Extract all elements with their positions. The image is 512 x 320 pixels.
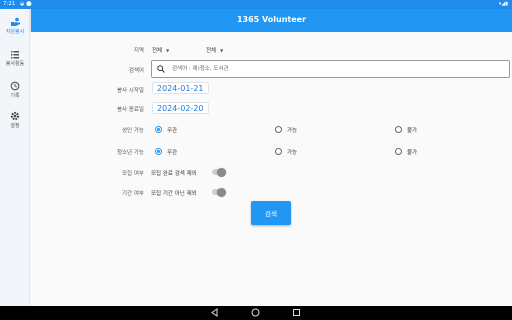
keyword-label: 검색어 <box>128 68 144 74</box>
period-label: 기간 여부 <box>122 191 144 197</box>
recruit-label: 모집 여부 <box>122 171 144 177</box>
chevron-down-icon: ▼ <box>220 48 224 53</box>
sidebar-item-label: 설정 <box>10 123 20 129</box>
youth-label: 청소년 가능 <box>116 150 144 156</box>
region-sigungu-dropdown[interactable]: 전체 ▼ <box>206 46 223 54</box>
search-button[interactable]: 검색 <box>251 201 291 225</box>
adult-label: 성인 가능 <box>122 128 144 134</box>
gear-icon <box>10 111 20 121</box>
toggle-knob <box>217 167 226 177</box>
youth-radio-any[interactable] <box>155 148 162 155</box>
youth-radio-not-allowed[interactable] <box>395 148 402 155</box>
home-icon[interactable] <box>251 308 260 317</box>
list-icon <box>11 51 19 59</box>
adult-radio-allowed[interactable] <box>275 126 282 133</box>
keyword-field[interactable] <box>151 60 510 78</box>
volunteer-icon <box>10 17 20 26</box>
sidebar-item-volunteer[interactable]: 자원봉사 <box>0 17 30 35</box>
adult-option-allowed: 가능 <box>287 128 298 134</box>
youth-radio-allowed[interactable] <box>275 148 282 155</box>
status-notification-icons: ◒ ⬤ <box>20 1 32 7</box>
recruit-toggle-label: 모집 완료 검색 제외 <box>151 171 197 177</box>
chevron-down-icon: ▼ <box>166 48 170 53</box>
navigation-rail: 자원봉사 봉사활동 기록 설정 <box>0 9 30 306</box>
adult-radio-any[interactable] <box>155 126 162 133</box>
status-bar: 7:21 ◒ ⬤ ▾◢▮ <box>0 0 512 9</box>
recents-icon[interactable] <box>292 308 301 317</box>
sidebar-item-activities[interactable]: 봉사활동 <box>0 50 30 67</box>
sidebar-item-label: 자원봉사 <box>5 29 25 35</box>
region-sido-value: 전체 <box>152 48 163 54</box>
end-date-button[interactable]: 2024-02-20 <box>152 102 209 114</box>
status-system-icons: ▾◢▮ <box>498 1 508 7</box>
toggle-knob <box>217 187 226 197</box>
history-icon <box>10 81 20 91</box>
end-date-label: 봉사 종료일 <box>116 107 144 113</box>
start-date-button[interactable]: 2024-01-21 <box>152 82 209 94</box>
recruit-toggle[interactable] <box>212 167 226 177</box>
adult-option-not-allowed: 불가 <box>407 128 418 134</box>
start-date-label: 봉사 시작일 <box>116 88 144 94</box>
youth-option-not-allowed: 불가 <box>407 150 418 156</box>
back-icon[interactable] <box>210 308 219 317</box>
search-form: 지역 전체▼ 전체▼ 검색어 봉사 시작일 2024-01-21 봉사 종료일 … <box>31 32 512 306</box>
sidebar-item-label: 봉사활동 <box>5 61 25 67</box>
app-screen: 자원봉사 봉사활동 기록 설정 1365 Volunteer 지역 전체 ▼ 전… <box>0 9 512 306</box>
adult-option-any: 무관 <box>167 128 178 134</box>
youth-option-any: 무관 <box>167 150 178 156</box>
region-label: 지역 <box>133 48 144 54</box>
period-toggle-label: 모집 기간 아닌 제외 <box>151 191 197 197</box>
status-time: 7:21 <box>3 1 16 7</box>
region-sido-dropdown[interactable]: 전체 ▼ <box>152 46 169 54</box>
search-input[interactable] <box>172 63 492 75</box>
period-toggle[interactable] <box>212 187 226 197</box>
youth-option-allowed: 가능 <box>287 150 298 156</box>
sidebar-item-history[interactable]: 기록 <box>0 81 30 99</box>
sidebar-item-settings[interactable]: 설정 <box>0 111 30 129</box>
app-bar: 1365 Volunteer <box>31 9 512 32</box>
app-title: 1365 Volunteer <box>236 15 307 24</box>
adult-radio-not-allowed[interactable] <box>395 126 402 133</box>
region-sigungu-value: 전체 <box>206 48 217 54</box>
sidebar-item-label: 기록 <box>10 93 20 99</box>
search-icon <box>157 65 165 73</box>
system-nav-bar <box>0 306 512 320</box>
